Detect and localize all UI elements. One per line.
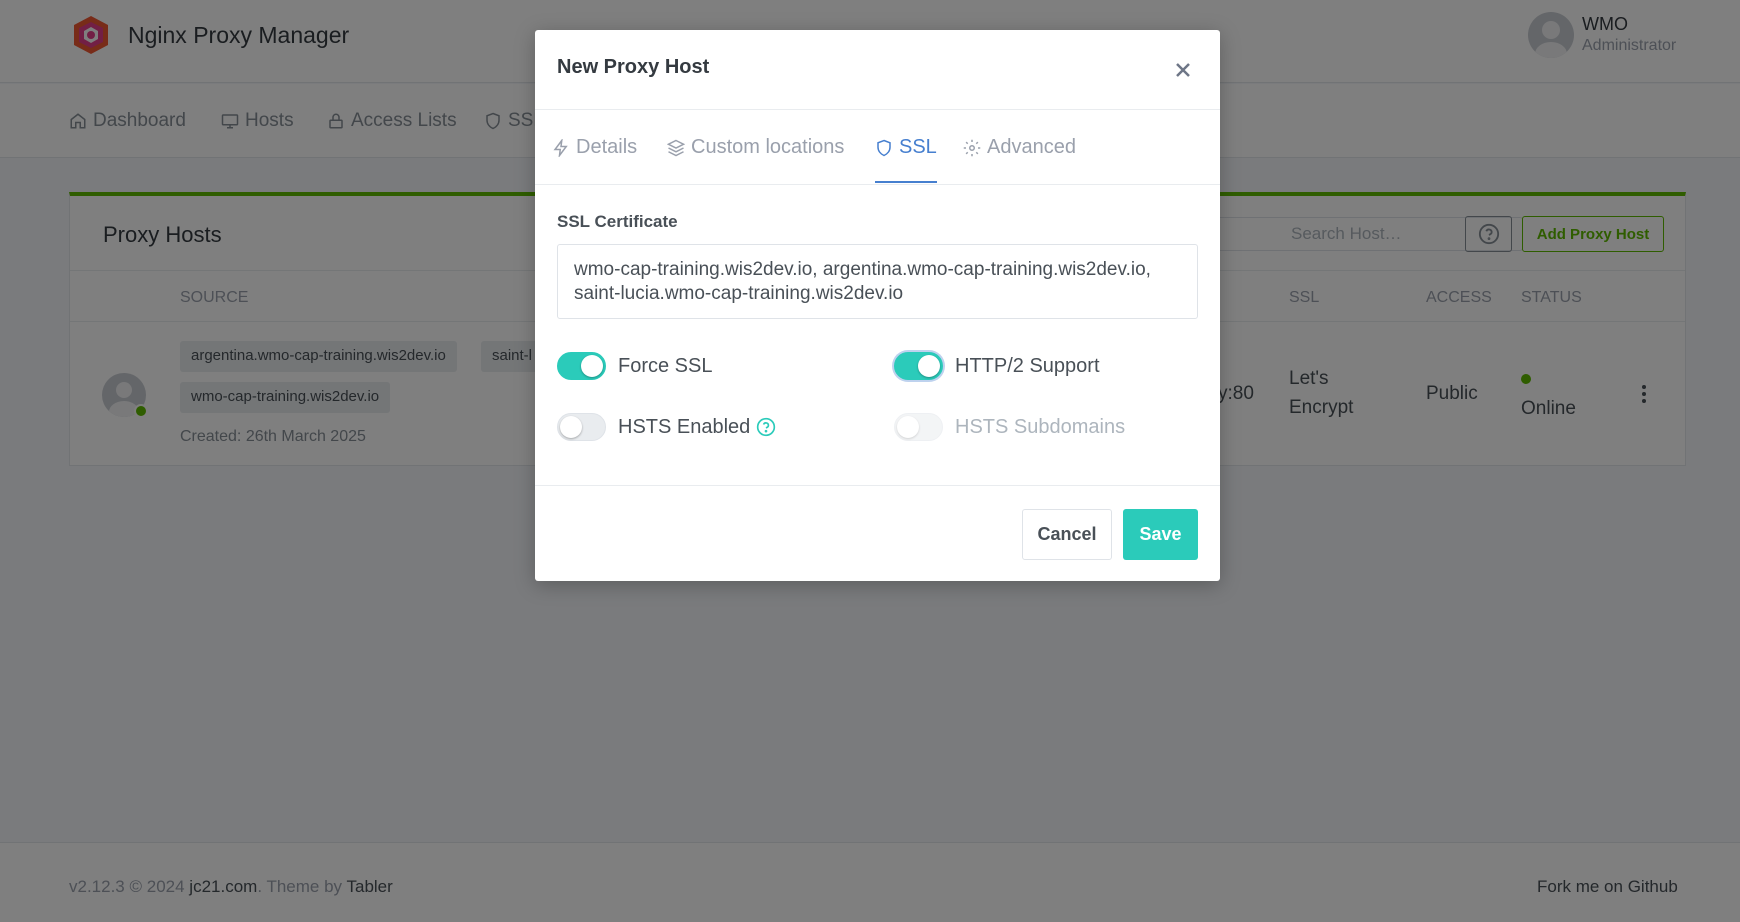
- hsts-label: HSTS Enabled: [618, 415, 751, 438]
- certificate-line: saint-lucia.wmo-cap-training.wis2dev.io: [574, 283, 904, 305]
- layers-icon: [667, 139, 685, 157]
- cancel-button[interactable]: Cancel: [1022, 509, 1112, 560]
- hsts-subdomains-label: HSTS Subdomains: [955, 415, 1126, 438]
- tab-ssl[interactable]: SSL: [875, 136, 937, 183]
- force-ssl-switch[interactable]: [557, 352, 606, 380]
- shield-icon: [877, 139, 891, 157]
- save-button[interactable]: Save: [1123, 509, 1198, 560]
- gear-icon: [963, 139, 981, 157]
- certificate-line: wmo-cap-training.wis2dev.io, argentina.w…: [574, 259, 1151, 280]
- modal-header: New Proxy Host: [535, 30, 1220, 110]
- hsts-toggle[interactable]: HSTS Enabled: [557, 413, 776, 441]
- http2-toggle[interactable]: HTTP/2 Support: [894, 352, 1100, 380]
- modal-footer: Cancel Save: [535, 485, 1220, 581]
- tab-label: SSL: [899, 136, 937, 158]
- tab-label: Custom locations: [691, 136, 845, 158]
- http2-switch[interactable]: [894, 352, 943, 380]
- tab-details[interactable]: Details: [552, 136, 637, 183]
- new-proxy-host-modal: New Proxy Host Details Custom locations …: [535, 30, 1220, 581]
- hsts-subdomains-toggle: HSTS Subdomains: [894, 413, 1125, 441]
- modal-body: SSL Certificate wmo-cap-training.wis2dev…: [535, 185, 1220, 485]
- tab-advanced[interactable]: Advanced: [963, 136, 1076, 183]
- tab-label: Advanced: [987, 136, 1076, 158]
- tab-label: Details: [576, 136, 638, 158]
- tab-custom-locations[interactable]: Custom locations: [667, 136, 844, 183]
- ssl-certificate-select[interactable]: wmo-cap-training.wis2dev.io, argentina.w…: [557, 244, 1198, 319]
- close-icon[interactable]: [1171, 58, 1195, 82]
- http2-label: HTTP/2 Support: [955, 354, 1100, 377]
- modal-tabs: Details Custom locations SSL Advanced: [535, 110, 1220, 185]
- ssl-certificate-label: SSL Certificate: [557, 212, 678, 231]
- help-circle-icon[interactable]: [756, 417, 776, 437]
- hsts-switch[interactable]: [557, 413, 606, 441]
- force-ssl-toggle[interactable]: Force SSL: [557, 352, 712, 380]
- bolt-icon: [553, 139, 568, 157]
- force-ssl-label: Force SSL: [618, 354, 713, 377]
- hsts-subdomains-switch: [894, 413, 943, 441]
- modal-title: New Proxy Host: [557, 56, 710, 78]
